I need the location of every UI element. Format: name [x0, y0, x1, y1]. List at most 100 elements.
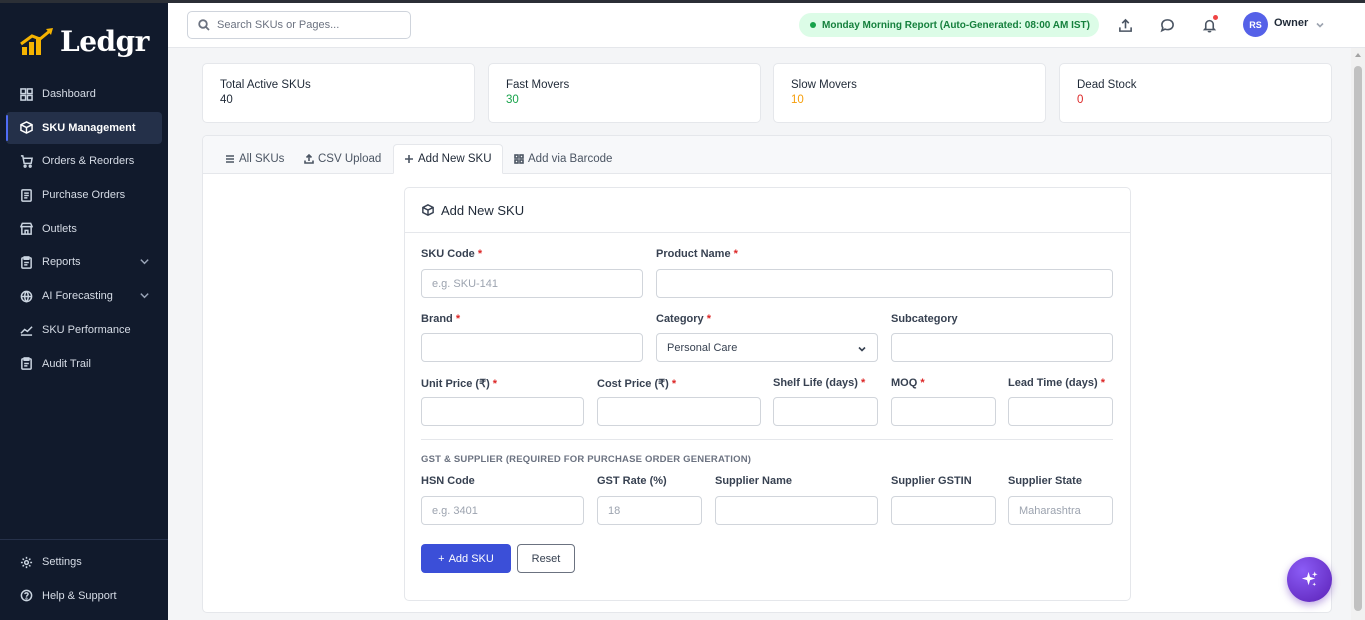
tab-label: All SKUs	[239, 153, 285, 165]
unit-price-label: Unit Price (₹) *	[421, 378, 498, 390]
category-selected-value: Personal Care	[667, 341, 738, 354]
sidebar-item-sku-performance[interactable]: SKU Performance	[6, 314, 162, 346]
report-status-badge[interactable]: Monday Morning Report (Auto-Generated: 0…	[799, 13, 1099, 37]
search-box[interactable]	[187, 11, 411, 39]
stat-title: Total Active SKUs	[220, 79, 311, 91]
ai-assistant-button[interactable]	[1287, 557, 1332, 602]
sidebar-item-reports[interactable]: Reports	[6, 246, 162, 278]
top-bar: Monday Morning Report (Auto-Generated: 0…	[168, 3, 1365, 48]
brand-name: Ledgr	[60, 25, 149, 58]
stat-value: 10	[791, 94, 804, 106]
page-scrollbar[interactable]	[1351, 48, 1365, 620]
form-header: Add New SKU	[405, 188, 1130, 233]
sidebar-item-label: AI Forecasting	[42, 290, 113, 303]
add-sku-button[interactable]: + Add SKU	[421, 544, 511, 573]
sidebar-nav: Dashboard SKU Management Orders & Reorde…	[6, 78, 162, 381]
stat-card-dead-stock: Dead Stock 0	[1059, 63, 1332, 123]
lead-time-label: Lead Time (days) *	[1008, 377, 1106, 389]
sidebar-item-label: Settings	[42, 556, 82, 568]
gst-rate-field[interactable]	[597, 496, 702, 525]
sidebar-divider	[0, 539, 168, 540]
category-select[interactable]: Personal Care	[656, 333, 878, 362]
store-icon	[19, 222, 33, 236]
scroll-thumb[interactable]	[1354, 66, 1362, 611]
window-top-border	[0, 0, 1365, 3]
reset-button[interactable]: Reset	[517, 544, 575, 573]
status-dot	[810, 22, 816, 28]
box-icon	[19, 121, 33, 135]
sidebar-item-audit-trail[interactable]: Audit Trail	[6, 348, 162, 380]
section-divider	[421, 439, 1113, 440]
add-sku-form: Add New SKU SKU Code * Product Name * Br…	[404, 187, 1131, 601]
cost-price-field[interactable]	[597, 397, 761, 426]
sidebar-item-dashboard[interactable]: Dashboard	[6, 78, 162, 110]
tab-add-via-barcode[interactable]: Add via Barcode	[514, 144, 612, 174]
sidebar-item-label: Dashboard	[42, 88, 96, 100]
tab-label: Add via Barcode	[528, 153, 613, 165]
document-icon	[19, 188, 33, 202]
shelf-life-field[interactable]	[773, 397, 878, 426]
grid-icon	[19, 87, 33, 101]
supplier-gstin-field[interactable]	[891, 496, 996, 525]
hsn-code-field[interactable]	[421, 496, 584, 525]
unit-price-field[interactable]	[421, 397, 584, 426]
tab-all-skus[interactable]: All SKUs	[225, 144, 284, 174]
scroll-up-arrow[interactable]	[1355, 53, 1361, 57]
stat-card-total-active: Total Active SKUs 40	[202, 63, 475, 123]
moq-field[interactable]	[891, 397, 996, 426]
stat-card-fast-movers: Fast Movers 30	[488, 63, 761, 123]
clipboard-icon	[19, 357, 33, 371]
sidebar-item-label: Purchase Orders	[42, 189, 126, 202]
brand-label: Brand *	[421, 313, 461, 325]
sidebar-item-purchase-orders[interactable]: Purchase Orders	[6, 179, 162, 211]
tab-csv-upload[interactable]: CSV Upload	[304, 144, 381, 174]
sidebar-item-help-support[interactable]: Help & Support	[6, 580, 162, 612]
supplier-name-field[interactable]	[715, 496, 878, 525]
sidebar-item-ai-forecasting[interactable]: AI Forecasting	[6, 280, 162, 312]
stat-title: Dead Stock	[1077, 79, 1137, 91]
subcategory-label: Subcategory	[891, 313, 958, 325]
trend-icon	[19, 323, 33, 337]
tab-add-new-sku[interactable]: Add New SKU	[393, 144, 503, 174]
sidebar-item-label: Audit Trail	[42, 357, 91, 370]
search-icon	[198, 19, 210, 31]
user-role-label[interactable]: Owner	[1274, 17, 1308, 29]
barcode-icon	[514, 154, 524, 164]
form-title: Add New SKU	[441, 202, 525, 218]
sidebar-item-label: Reports	[42, 256, 81, 269]
sidebar-bottom-nav: Settings Help & Support	[6, 546, 162, 613]
tab-label: CSV Upload	[318, 153, 382, 165]
clipboard-icon	[19, 255, 33, 269]
sidebar-item-label: SKU Performance	[42, 323, 131, 336]
sidebar-item-settings[interactable]: Settings	[6, 546, 162, 578]
sidebar-item-label: Orders & Reorders	[42, 155, 135, 168]
lead-time-field[interactable]	[1008, 397, 1113, 426]
brand-logo[interactable]: Ledgr	[20, 25, 149, 58]
sku-panel: All SKUs CSV Upload Add New SKU Add via …	[202, 135, 1332, 613]
search-input[interactable]	[217, 19, 397, 31]
stat-title: Slow Movers	[791, 79, 857, 91]
hsn-code-label: HSN Code	[421, 475, 475, 487]
upload-icon[interactable]	[1116, 16, 1134, 34]
chart-logo-icon	[20, 27, 53, 55]
sidebar-item-outlets[interactable]: Outlets	[6, 213, 162, 245]
chevron-down-icon[interactable]	[1315, 19, 1325, 33]
brand-field[interactable]	[421, 333, 643, 362]
gst-supplier-section-title: GST & SUPPLIER (REQUIRED FOR PURCHASE OR…	[421, 454, 752, 465]
subcategory-field[interactable]	[891, 333, 1113, 362]
chat-icon[interactable]	[1158, 16, 1176, 34]
chevron-down-icon	[139, 256, 150, 270]
sidebar-item-orders-reorders[interactable]: Orders & Reorders	[6, 145, 162, 177]
supplier-state-field[interactable]	[1008, 496, 1113, 525]
chevron-down-icon	[857, 344, 867, 357]
category-label: Category *	[656, 313, 712, 325]
gear-icon	[19, 555, 33, 569]
product-name-field[interactable]	[656, 269, 1113, 298]
sku-code-field[interactable]	[421, 269, 643, 298]
upload-icon	[304, 154, 314, 164]
gst-rate-label: GST Rate (%)	[597, 475, 667, 487]
sparkle-icon	[1301, 571, 1318, 587]
avatar[interactable]: RS	[1243, 12, 1268, 37]
bell-icon[interactable]	[1200, 15, 1218, 34]
sidebar-item-sku-management[interactable]: SKU Management	[6, 111, 162, 144]
